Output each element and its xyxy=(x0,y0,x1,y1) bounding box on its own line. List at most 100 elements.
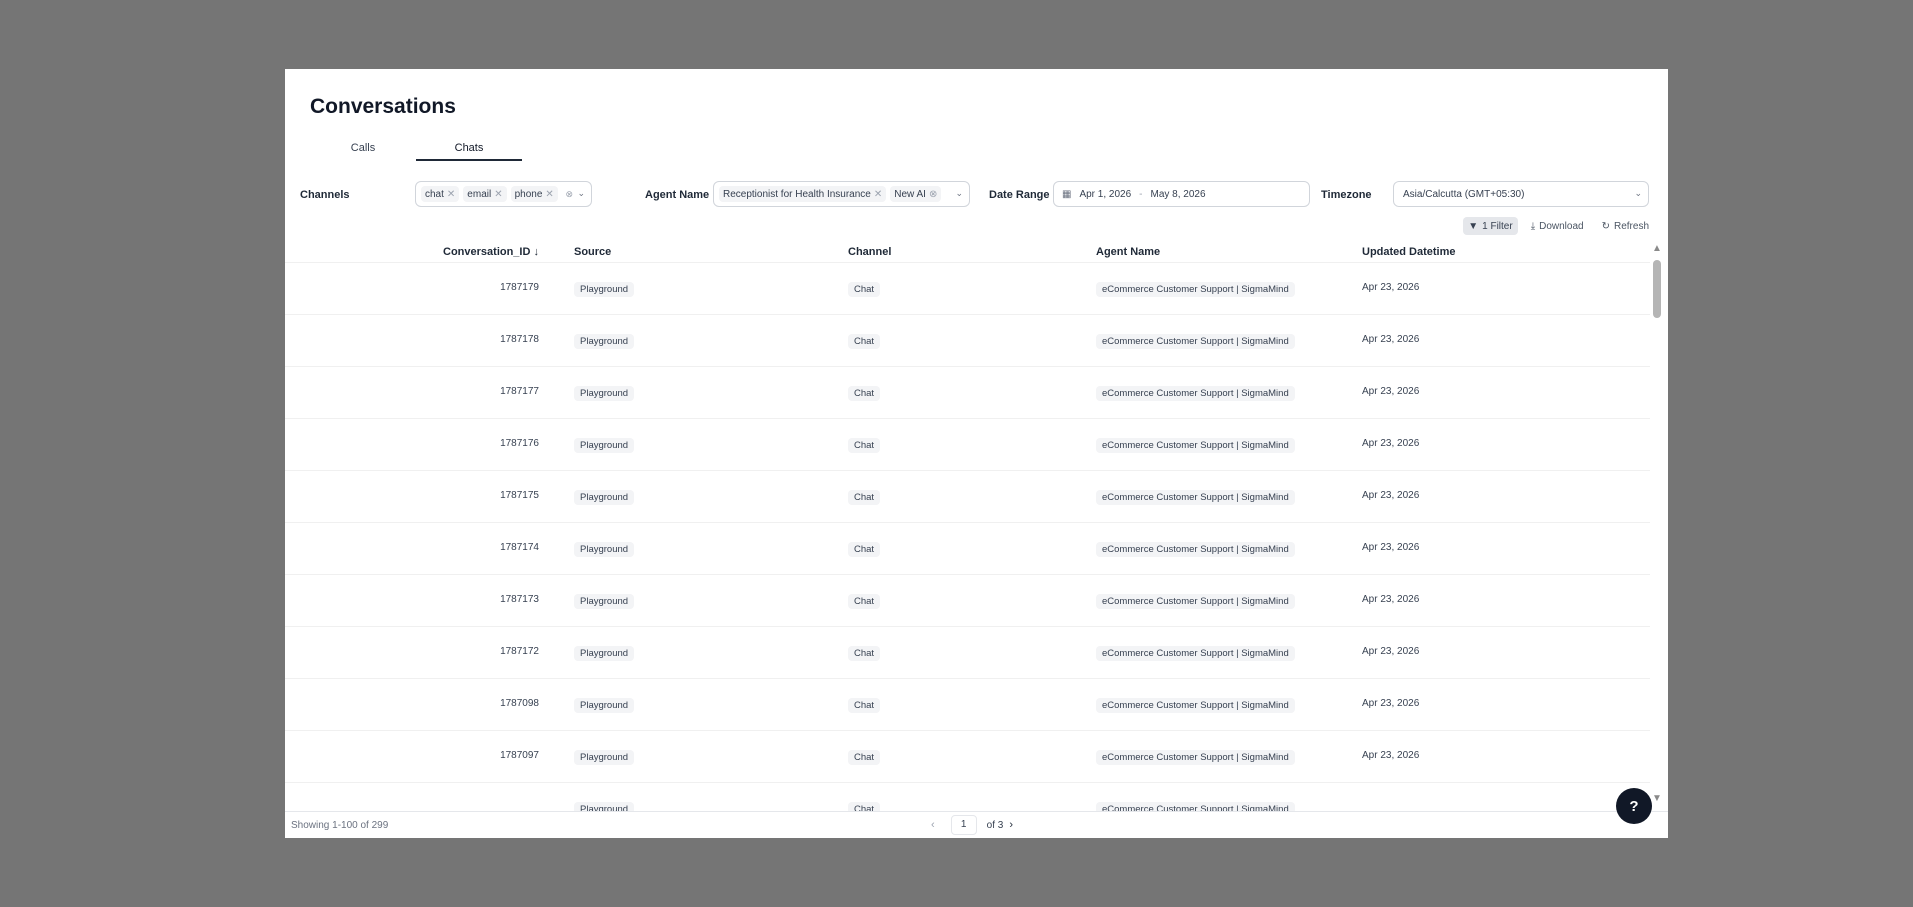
remove-chip-icon[interactable]: ✕ xyxy=(545,189,553,200)
date-start: Apr 1, 2026 xyxy=(1079,188,1132,200)
updated-datetime: Apr 23, 2026 xyxy=(1362,334,1420,345)
agent-badge: eCommerce Customer Support | SigmaMind xyxy=(1096,334,1295,349)
source-badge: Playground xyxy=(574,698,635,713)
pagination: ‹ 1 of 3 › xyxy=(925,815,1019,835)
calendar-icon: ▦ xyxy=(1062,188,1072,200)
chip-label: New AI xyxy=(894,188,926,200)
page-number-input[interactable]: 1 xyxy=(950,815,977,835)
refresh-button[interactable]: ↻ Refresh xyxy=(1597,217,1654,235)
date-end: May 8, 2026 xyxy=(1150,188,1206,200)
column-conversation-id[interactable]: Conversation_ID ↓ xyxy=(443,246,539,258)
table-footer: Showing 1-100 of 299 ‹ 1 of 3 › xyxy=(285,811,1668,838)
column-label: Conversation_ID xyxy=(443,246,531,258)
updated-datetime: Apr 23, 2026 xyxy=(1362,490,1420,501)
chip-label: Receptionist for Health Insurance xyxy=(723,188,871,200)
remove-chip-icon[interactable]: ✕ xyxy=(494,189,502,200)
conversation-id: 1787173 xyxy=(500,594,539,605)
table-toolbar: ▼ 1 Filter ⤓ Download ↻ Refresh xyxy=(1463,217,1654,235)
chip-label: chat xyxy=(425,188,444,200)
remove-chip-icon[interactable]: ✕ xyxy=(447,189,455,200)
conversation-id: 1787178 xyxy=(500,334,539,345)
agent-badge: eCommerce Customer Support | SigmaMind xyxy=(1096,802,1295,811)
conversation-id: 1787174 xyxy=(500,542,539,553)
date-range-picker[interactable]: ▦ Apr 1, 2026 - May 8, 2026 xyxy=(1053,181,1310,207)
refresh-icon: ↻ xyxy=(1601,220,1610,232)
clear-icon[interactable]: ⊗ xyxy=(929,189,937,200)
table-row[interactable]: 1787177 Playground Chat eCommerce Customer … xyxy=(285,367,1650,419)
agent-name-select[interactable]: Receptionist for Health Insurance ✕ New A… xyxy=(713,181,970,207)
channels-select[interactable]: chat ✕ email ✕ phone ✕ ⊗ ⌄ xyxy=(415,181,592,207)
column-source[interactable]: Source xyxy=(574,246,611,258)
table-row[interactable]: 1787097 Playground Chat eCommerce Customer … xyxy=(285,731,1650,783)
agent-badge: eCommerce Customer Support | SigmaMind xyxy=(1096,490,1295,505)
date-separator: - xyxy=(1139,188,1143,200)
table-row[interactable]: 1787178 Playground Chat eCommerce Customer … xyxy=(285,315,1650,367)
table-row[interactable]: 1787174 Playground Chat eCommerce Customer … xyxy=(285,523,1650,575)
table-row[interactable]: 1787175 Playground Chat eCommerce Customer … xyxy=(285,471,1650,523)
updated-datetime: Apr 23, 2026 xyxy=(1362,438,1420,449)
table-row[interactable]: 1787098 Playground Chat eCommerce Customer … xyxy=(285,679,1650,731)
help-chat-button[interactable]: ? xyxy=(1616,788,1652,824)
channel-badge: Chat xyxy=(848,490,881,505)
chevron-down-icon[interactable]: ⌄ xyxy=(577,188,585,199)
chip-chat: chat ✕ xyxy=(421,186,460,202)
filter-label: 1 Filter xyxy=(1482,220,1513,232)
updated-datetime: Apr 23, 2026 xyxy=(1362,750,1420,761)
remove-chip-icon[interactable]: ✕ xyxy=(874,189,882,200)
conversation-id: 1787177 xyxy=(500,386,539,397)
showing-count: Showing 1-100 of 299 xyxy=(291,820,389,831)
source-badge: Playground xyxy=(574,334,635,349)
chip-email: email ✕ xyxy=(463,186,507,202)
page-total: of 3 xyxy=(986,819,1004,831)
updated-datetime: Apr 23, 2026 xyxy=(1362,698,1420,709)
conversation-id: 1787175 xyxy=(500,490,539,501)
scroll-thumb[interactable] xyxy=(1653,260,1661,318)
channel-badge: Chat xyxy=(848,386,881,401)
prev-page-icon[interactable]: ‹ xyxy=(925,819,941,831)
conversation-id: 1787172 xyxy=(500,646,539,657)
filter-icon: ▼ xyxy=(1468,220,1479,232)
tab-calls[interactable]: Calls xyxy=(310,137,416,161)
download-button[interactable]: ⤓ Download xyxy=(1526,217,1589,235)
table-row[interactable]: 1787173 Playground Chat eCommerce Customer … xyxy=(285,575,1650,627)
scroll-down-icon[interactable]: ▼ xyxy=(1652,794,1662,804)
next-page-icon[interactable]: › xyxy=(1003,819,1019,831)
chevron-down-icon[interactable]: ⌄ xyxy=(1634,188,1642,199)
clear-icon[interactable]: ⊗ xyxy=(565,189,573,200)
conversation-id: 1787098 xyxy=(500,698,539,709)
table-header: Conversation_ID ↓ Source Channel Agent N… xyxy=(285,241,1650,263)
column-updated-datetime[interactable]: Updated Datetime xyxy=(1362,246,1456,258)
channel-badge: Chat xyxy=(848,282,881,297)
conversations-modal: Conversations Calls Chats Channels chat ✕… xyxy=(285,69,1668,838)
updated-datetime: Apr 23, 2026 xyxy=(1362,282,1420,293)
table-scrollbar[interactable]: ▲ ▼ xyxy=(1652,244,1662,804)
download-icon: ⤓ xyxy=(1530,220,1536,232)
channel-badge: Chat xyxy=(848,334,881,349)
tab-chats[interactable]: Chats xyxy=(416,137,522,161)
source-badge: Playground xyxy=(574,802,635,811)
table-row[interactable]: 1787179 Playground Chat eCommerce Customer … xyxy=(285,263,1650,315)
channels-label: Channels xyxy=(300,189,350,201)
table-row[interactable]: Playground Chat eCommerce Customer Support… xyxy=(285,783,1650,811)
filter-button[interactable]: ▼ 1 Filter xyxy=(1463,217,1518,235)
sort-desc-icon[interactable]: ↓ xyxy=(534,246,540,258)
source-badge: Playground xyxy=(574,646,635,661)
column-agent-name[interactable]: Agent Name xyxy=(1096,246,1160,258)
channel-badge: Chat xyxy=(848,542,881,557)
source-badge: Playground xyxy=(574,282,635,297)
column-channel[interactable]: Channel xyxy=(848,246,891,258)
scroll-up-icon[interactable]: ▲ xyxy=(1652,244,1662,254)
channel-badge: Chat xyxy=(848,698,881,713)
table-row[interactable]: 1787172 Playground Chat eCommerce Customer … xyxy=(285,627,1650,679)
timezone-select[interactable]: Asia/Calcutta (GMT+05:30) ⌄ xyxy=(1393,181,1649,207)
table-row[interactable]: 1787176 Playground Chat eCommerce Customer … xyxy=(285,419,1650,471)
updated-datetime: Apr 23, 2026 xyxy=(1362,594,1420,605)
chip-phone: phone ✕ xyxy=(510,186,558,202)
agent-badge: eCommerce Customer Support | SigmaMind xyxy=(1096,646,1295,661)
agent-badge: eCommerce Customer Support | SigmaMind xyxy=(1096,750,1295,765)
download-label: Download xyxy=(1539,220,1584,232)
source-badge: Playground xyxy=(574,438,635,453)
chevron-down-icon[interactable]: ⌄ xyxy=(955,188,963,199)
chip-agent: New AI ⊗ xyxy=(890,186,942,202)
agent-badge: eCommerce Customer Support | SigmaMind xyxy=(1096,282,1295,297)
